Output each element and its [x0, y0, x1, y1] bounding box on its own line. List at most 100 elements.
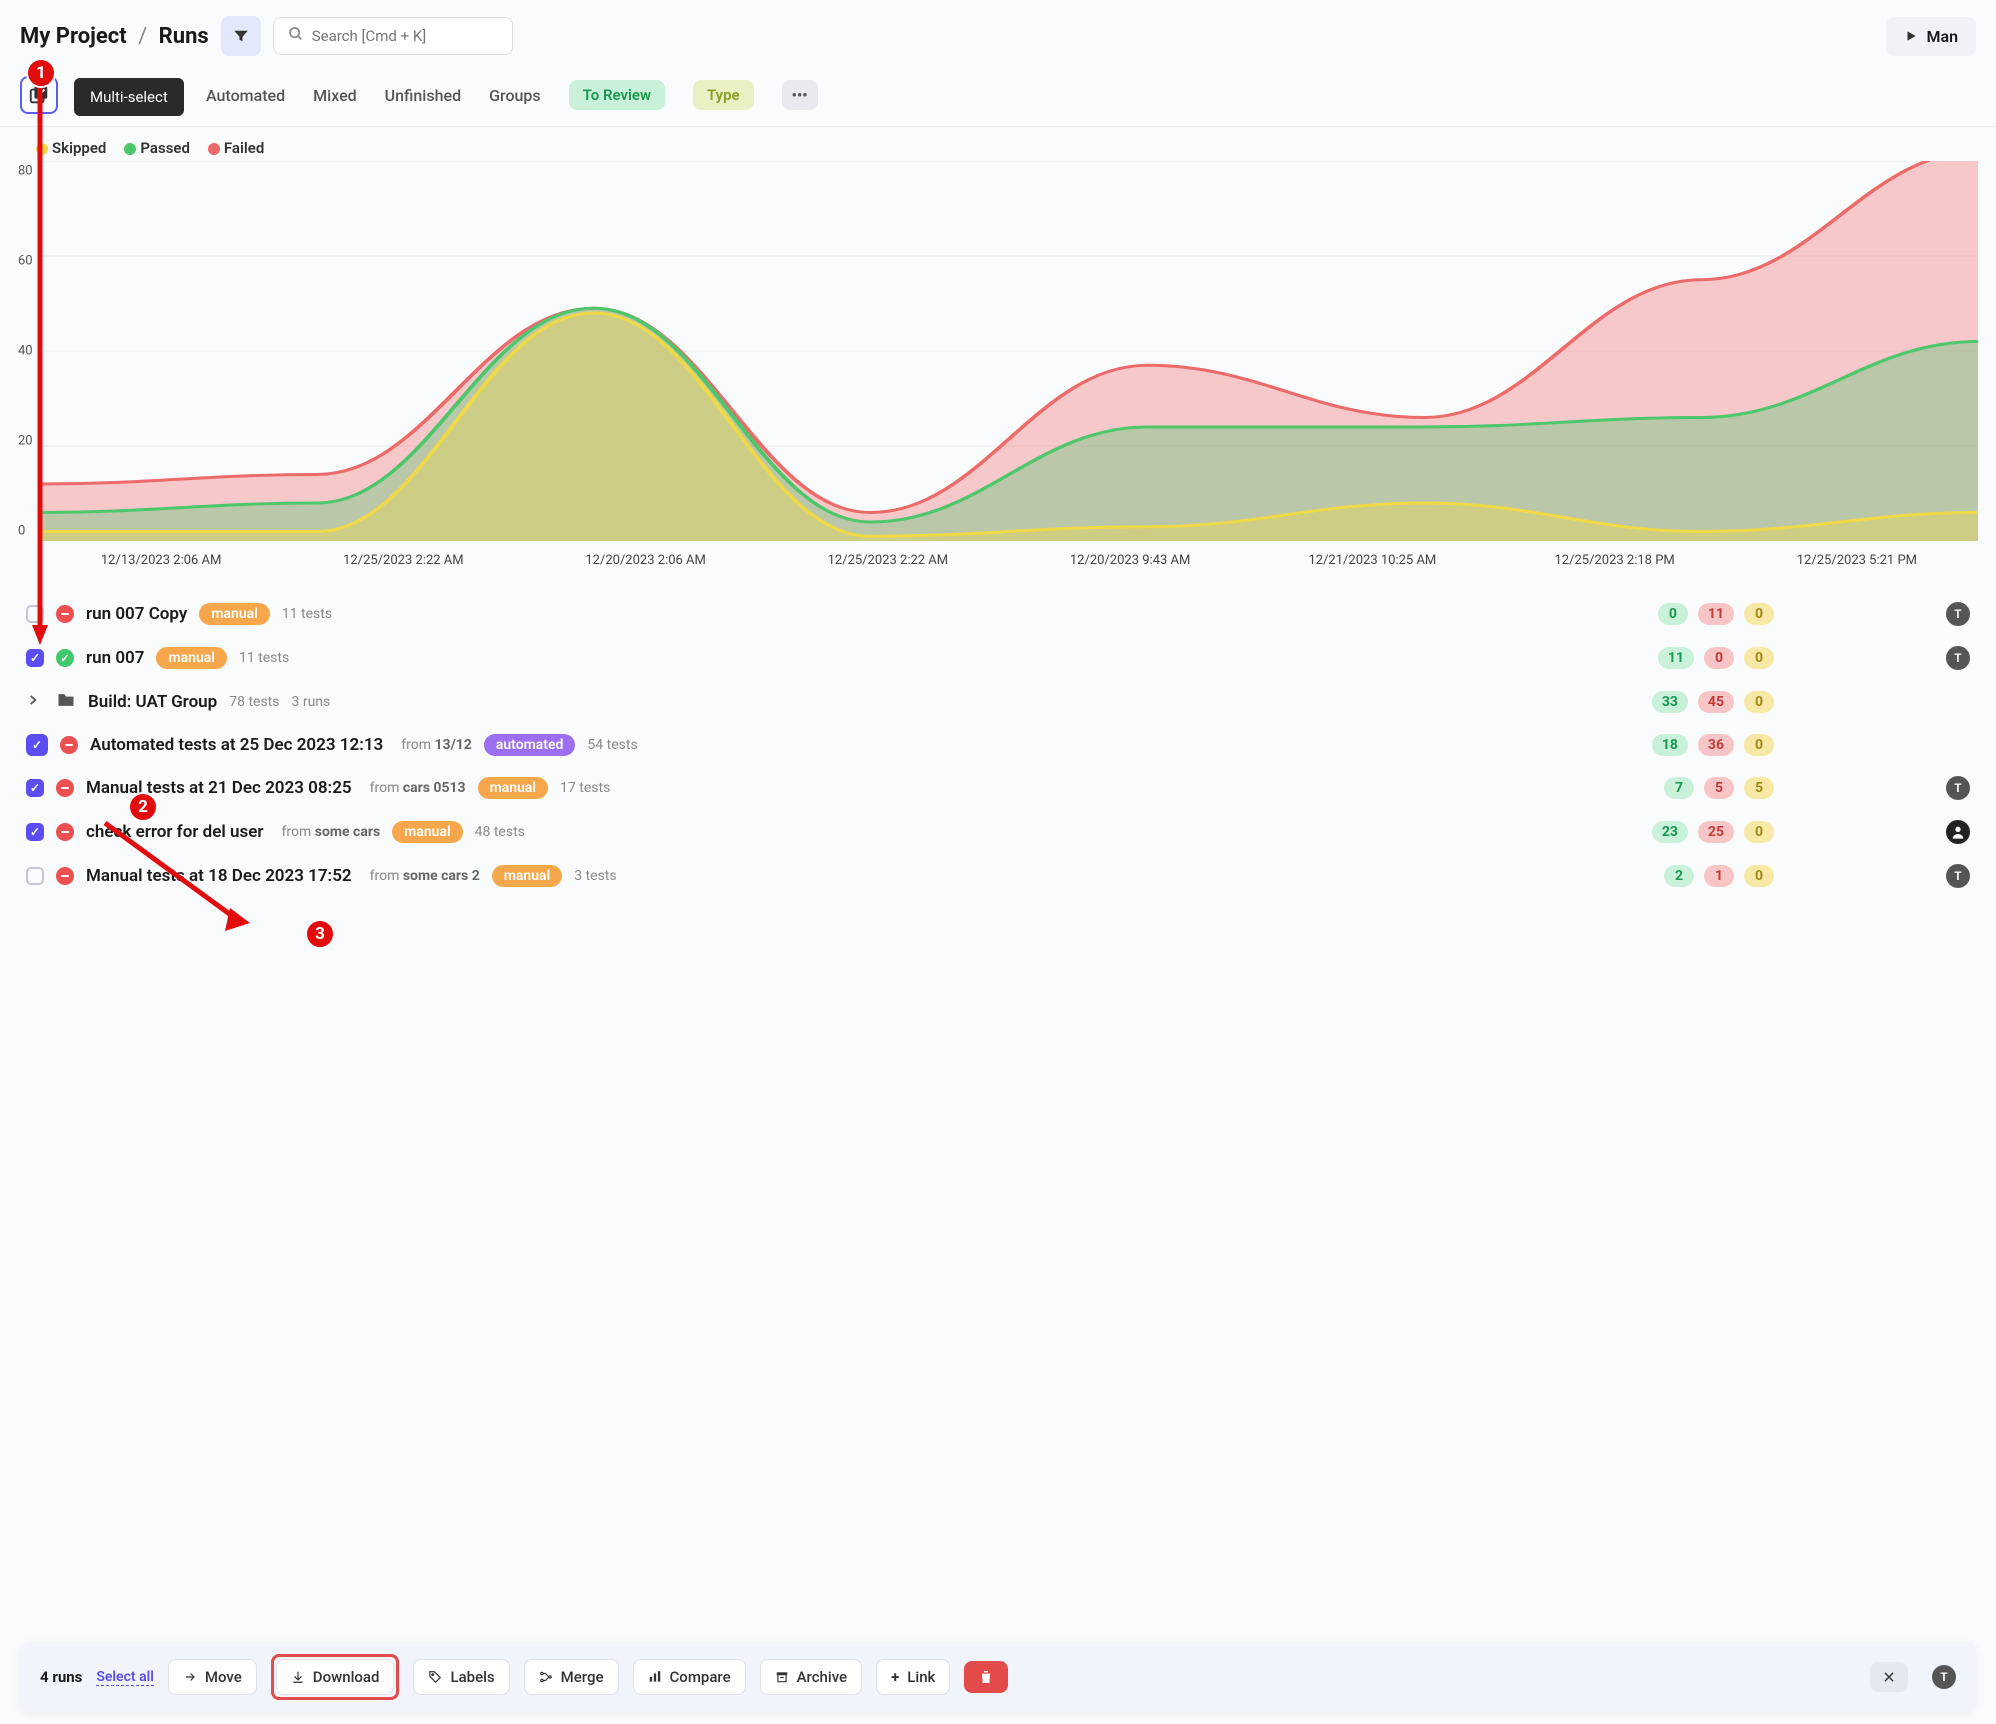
- run-title: run 007 Copy: [86, 604, 187, 624]
- row-checkbox[interactable]: [26, 823, 44, 841]
- row-checkbox[interactable]: [26, 779, 44, 797]
- run-title: Automated tests at 25 Dec 2023 12:13: [90, 735, 383, 755]
- run-from: from some cars 2: [370, 868, 480, 884]
- selection-summary: 4 runs: [40, 1668, 82, 1686]
- run-row[interactable]: Manual tests at 21 Dec 2023 08:25 from c…: [20, 766, 1976, 810]
- run-row[interactable]: Build: UAT Group 78 tests 3 runs 33 45 0: [20, 680, 1976, 724]
- step-1-badge: 1: [26, 58, 56, 88]
- run-tag: manual: [199, 603, 269, 625]
- run-tag: manual: [478, 777, 548, 799]
- search-input[interactable]: [312, 27, 498, 45]
- search-icon: [288, 26, 304, 46]
- plus-icon: +: [891, 1668, 899, 1686]
- archive-icon: [775, 1670, 789, 1684]
- status-icon: [56, 867, 74, 885]
- tab-more-button[interactable]: •••: [782, 80, 818, 110]
- legend-dot-skipped: [36, 143, 48, 155]
- tab-groups[interactable]: Groups: [489, 86, 541, 105]
- run-row[interactable]: Manual tests at 18 Dec 2023 17:52 from s…: [20, 854, 1976, 898]
- avatar[interactable]: T: [1946, 864, 1970, 888]
- footer-avatar[interactable]: T: [1932, 1665, 1956, 1689]
- expand-icon[interactable]: [26, 693, 44, 711]
- close-bar-button[interactable]: [1870, 1662, 1908, 1692]
- run-meta: 48 tests: [475, 824, 525, 840]
- row-checkbox[interactable]: [26, 867, 44, 885]
- runs-list: run 007 Copy manual 11 tests 0 11 0 T ru…: [0, 568, 1996, 988]
- run-row[interactable]: run 007 manual 11 tests 11 0 0 T: [20, 636, 1976, 680]
- labels-button[interactable]: Labels: [413, 1659, 509, 1695]
- tab-type[interactable]: Type: [693, 80, 754, 110]
- arrow-right-icon: [183, 1670, 197, 1684]
- run-from: from 13/12: [401, 737, 472, 753]
- breadcrumb-section[interactable]: Runs: [159, 24, 209, 49]
- search-box[interactable]: [273, 17, 513, 55]
- tab-unfinished[interactable]: Unfinished: [385, 86, 461, 105]
- status-icon: [56, 649, 74, 667]
- status-icon: [56, 605, 74, 623]
- run-counts: 7 5 5: [1644, 777, 1774, 799]
- download-icon: [291, 1670, 305, 1684]
- tab-automated[interactable]: Automated: [206, 86, 285, 105]
- bulk-action-bar: 4 runs Select all Move Download Labels M…: [20, 1642, 1976, 1712]
- run-title: Build: UAT Group: [88, 692, 217, 712]
- manual-run-label: Man: [1926, 27, 1958, 46]
- row-checkbox[interactable]: [26, 605, 44, 623]
- select-all-link[interactable]: Select all: [96, 1669, 154, 1686]
- compare-button[interactable]: Compare: [633, 1659, 746, 1695]
- avatar[interactable]: T: [1946, 646, 1970, 670]
- play-icon: [1904, 29, 1918, 43]
- tab-mixed[interactable]: Mixed: [313, 86, 357, 105]
- run-title: check error for del user: [86, 822, 264, 842]
- multiselect-tooltip: Multi-select: [74, 78, 184, 116]
- legend-skipped: Skipped: [52, 139, 106, 157]
- run-meta: 11 tests: [282, 606, 332, 622]
- chart-x-labels: 12/13/2023 2:06 AM12/25/2023 2:22 AM12/2…: [0, 545, 1996, 568]
- move-button[interactable]: Move: [168, 1659, 257, 1695]
- run-counts: 11 0 0: [1644, 647, 1774, 669]
- run-row[interactable]: run 007 Copy manual 11 tests 0 11 0 T: [20, 592, 1976, 636]
- chart-area: 020406080: [0, 161, 1996, 545]
- run-title: run 007: [86, 648, 144, 668]
- manual-run-button[interactable]: Man: [1886, 17, 1976, 56]
- run-counts: 33 45 0: [1644, 691, 1774, 713]
- tag-icon: [428, 1670, 442, 1684]
- run-meta: 3 tests: [574, 868, 616, 884]
- run-tag: automated: [484, 734, 576, 756]
- run-row[interactable]: check error for del user from some cars …: [20, 810, 1976, 854]
- link-button[interactable]: + Link: [876, 1659, 950, 1695]
- archive-button[interactable]: Archive: [760, 1659, 862, 1695]
- run-tag: manual: [156, 647, 226, 669]
- filter-icon: [232, 27, 250, 45]
- run-counts: 2 1 0: [1644, 865, 1774, 887]
- breadcrumb: My Project / Runs: [20, 24, 209, 49]
- status-icon: [56, 823, 74, 841]
- legend-dot-passed: [124, 143, 136, 155]
- run-from: from some cars: [282, 824, 381, 840]
- merge-button[interactable]: Merge: [524, 1659, 619, 1695]
- row-checkbox[interactable]: [26, 649, 44, 667]
- step-2-badge: 2: [128, 792, 158, 822]
- run-meta: 11 tests: [239, 650, 289, 666]
- run-tag: manual: [392, 821, 462, 843]
- avatar[interactable]: T: [1946, 776, 1970, 800]
- run-row[interactable]: Automated tests at 25 Dec 2023 12:13 fro…: [20, 724, 1976, 766]
- filter-button[interactable]: [221, 16, 261, 56]
- delete-button[interactable]: [964, 1661, 1008, 1693]
- run-meta: 3 runs: [291, 694, 330, 710]
- tab-to-review[interactable]: To Review: [569, 80, 665, 110]
- download-highlight: Download: [271, 1654, 400, 1700]
- merge-icon: [539, 1670, 553, 1684]
- avatar[interactable]: T: [1946, 602, 1970, 626]
- run-tag: manual: [492, 865, 562, 887]
- folder-icon: [56, 690, 76, 714]
- row-checkbox[interactable]: [26, 734, 48, 756]
- legend-failed: Failed: [224, 139, 264, 157]
- breadcrumb-project[interactable]: My Project: [20, 24, 127, 49]
- status-icon: [60, 736, 78, 754]
- step-3-badge: 3: [305, 919, 335, 949]
- run-meta: 17 tests: [560, 780, 610, 796]
- legend-passed: Passed: [140, 139, 190, 157]
- run-meta: 78 tests: [229, 694, 279, 710]
- download-button[interactable]: Download: [276, 1659, 395, 1695]
- avatar[interactable]: [1946, 820, 1970, 844]
